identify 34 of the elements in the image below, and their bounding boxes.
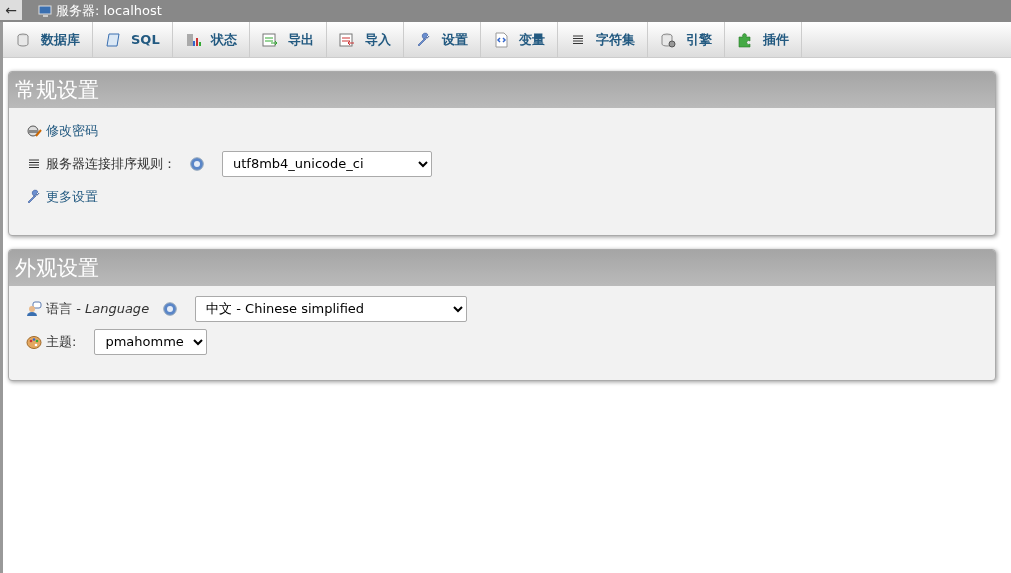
lock-pencil-icon [26, 122, 42, 139]
tab[interactable]: 导出 [249, 22, 327, 58]
code-file-icon [492, 32, 509, 48]
puzzle-icon [736, 32, 753, 48]
tab[interactable]: 设置 [403, 22, 481, 58]
tab[interactable]: 变量 [480, 22, 558, 58]
panel-title: 常规设置 [9, 72, 995, 108]
monitor-icon [38, 4, 52, 18]
field-label: 主题: [46, 332, 77, 351]
export-icon [261, 32, 278, 48]
tab[interactable]: 插件 [724, 22, 802, 58]
wrench-icon [26, 188, 42, 205]
breadcrumb-link[interactable]: 服务器: localhost [56, 1, 162, 21]
settings-link[interactable]: 更多设置 [46, 186, 98, 207]
bar-chart-icon [184, 32, 201, 48]
dropdown[interactable]: pmahomme [94, 328, 208, 355]
tab[interactable]: 导入 [326, 22, 404, 58]
tab[interactable]: 数据库 [3, 22, 93, 58]
wrench-icon [415, 32, 432, 48]
back-button[interactable]: ← [0, 0, 22, 20]
tab[interactable]: 引擎 [647, 22, 725, 58]
tab[interactable]: 字符集 [557, 22, 648, 58]
settings-link[interactable]: 修改密码 [46, 120, 98, 141]
palette-icon [26, 333, 42, 350]
panel-title: 外观设置 [9, 250, 995, 286]
field-label: 语言 - Language [46, 299, 150, 318]
dropdown[interactable]: 中文 - Chinese simplified [195, 295, 468, 322]
import-icon [338, 32, 355, 48]
tab[interactable]: SQL [93, 22, 173, 58]
field-label: 服务器连接排序规则： [46, 154, 176, 173]
scroll-icon [105, 32, 121, 48]
tab[interactable]: 状态 [172, 22, 250, 58]
dropdown[interactable]: utf8mb4_unicode_ci [222, 150, 432, 177]
person-speech-icon [26, 300, 42, 317]
